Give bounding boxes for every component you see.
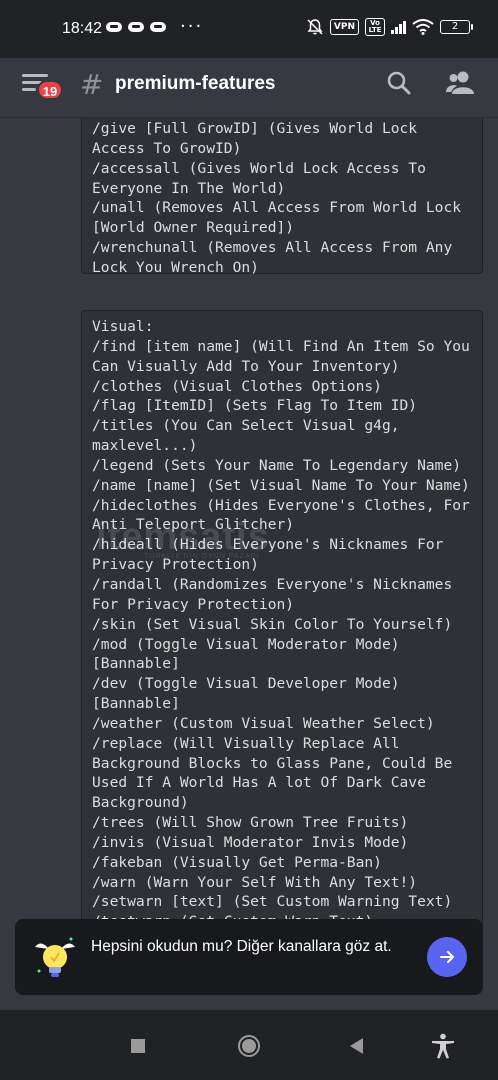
read-all-banner[interactable]: Hepsini okudun mu? Diğer kanallara göz a… [15,919,483,995]
battery-icon: 2 [440,20,473,34]
recents-square-icon[interactable] [126,1034,150,1058]
status-bar: 18:42 ··· VPN Vo LTE 2 [0,0,498,58]
code-block-text: /give [Full GrowID] (Gives World Lock Ac… [92,120,462,276]
search-icon[interactable] [386,70,412,96]
channel-header: 19 # premium-features [0,58,498,118]
go-to-channels-button[interactable] [427,937,467,977]
code-block: Visual: /find [item name] (Will Find An … [81,310,483,948]
gamepad-icon [128,20,144,34]
wifi-icon [412,19,434,35]
unread-badge: 19 [37,80,63,100]
banner-text: Hepsini okudun mu? Diğer kanallara göz a… [91,938,392,955]
accessibility-icon[interactable] [430,1033,456,1059]
home-circle-icon[interactable] [237,1034,261,1058]
vpn-indicator: VPN [329,19,359,35]
members-icon[interactable] [446,70,474,96]
notification-icons [106,20,166,34]
status-time: 18:42 [62,20,103,37]
system-icons: VPN Vo LTE 2 [306,18,473,36]
wumpus-bulb-icon [35,937,75,977]
gamepad-icon [150,20,166,34]
back-triangle-icon[interactable] [345,1034,369,1058]
signal-icon [391,20,406,34]
arrow-right-icon [440,951,454,963]
more-notifications-indicator: ··· [180,16,204,37]
code-block-text: Visual: /find [item name] (Will Find An … [92,318,470,930]
gamepad-icon [106,20,122,34]
message-list[interactable]: /give [Full GrowID] (Gives World Lock Ac… [0,118,498,948]
mute-bell-icon [307,19,323,35]
hash-icon: # [80,68,104,101]
channel-title: premium-features [115,73,276,94]
code-block: /give [Full GrowID] (Gives World Lock Ac… [81,118,483,276]
volte-indicator: Vo LTE [365,18,385,36]
system-navigation-bar [0,1010,498,1080]
